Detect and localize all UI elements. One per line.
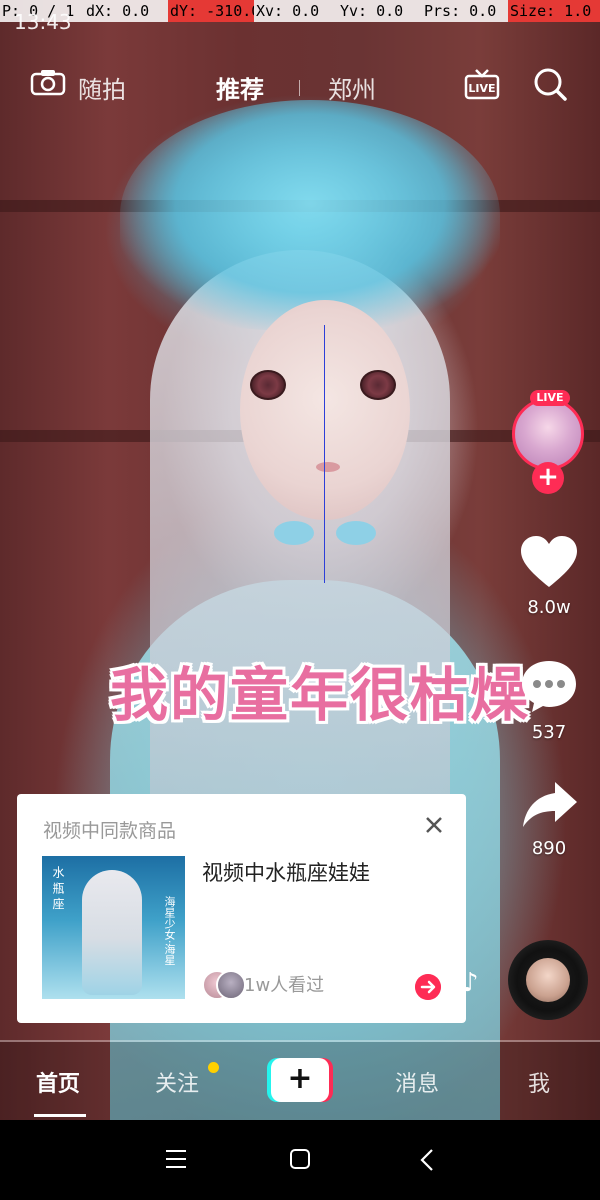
like-count: 8.0w [527,597,571,618]
like-button[interactable]: 8.0w [514,535,584,618]
product-card[interactable]: 视频中同款商品 水 瓶 座 海星少女·海星 视频中水瓶座娃娃 1w人看过 [17,794,466,1023]
doll-headband [120,100,500,330]
comment-count: 537 [531,722,567,743]
debug-prs: Prs: 0.0 [424,2,497,20]
debug-dx: dX: 0.0 [86,2,150,20]
creator-avatar-group[interactable]: LIVE + [510,390,588,494]
live-icon[interactable]: LIVE [464,68,500,100]
touch-guide-line [324,325,325,583]
doll-eye [360,370,396,400]
status-time: 13:43 [14,10,72,34]
avatar[interactable] [512,398,584,470]
active-tab-indicator [34,1114,86,1117]
live-icon-label: LIVE [468,82,495,95]
comment-icon [522,661,576,712]
menu-icon[interactable] [164,1148,188,1170]
music-disc-cover [526,958,570,1002]
avatar [216,970,246,1000]
tab-follow[interactable]: 关注 [155,1066,199,1098]
debug-xv: Xv: 0.0 [256,2,320,20]
product-image-text: 水 瓶 座 [51,866,65,910]
product-image-subtext: 海星少女·海星 [163,896,176,966]
share-button[interactable]: 890 [514,780,584,859]
tab-recommend[interactable]: 推荐 [216,70,264,105]
tab-home[interactable]: 首页 [36,1066,80,1098]
notification-dot [208,1062,219,1073]
video-caption: 我的童年很枯燥 [109,661,530,729]
system-nav-bar [0,1120,600,1200]
top-nav: 随拍 推荐 郑州 LIVE [0,60,600,110]
doll-eye [250,370,286,400]
viewer-count: 1w人看过 [244,975,325,996]
share-count: 890 [531,838,567,859]
search-icon[interactable] [532,66,568,102]
doll-lips [316,462,340,472]
tab-messages[interactable]: 消息 [395,1066,439,1098]
pointer-location-overlay: P: 0 / 1 dX: 0.0 dY: -310.0 Xv: 0.0 Yv: … [0,0,600,22]
arrow-right-icon[interactable] [415,974,441,1000]
camera-icon[interactable] [30,68,66,96]
debug-yv: Yv: 0.0 [340,2,404,20]
follow-plus-button[interactable]: + [532,462,564,494]
create-video-button[interactable]: + [267,1058,333,1102]
product-card-title: 视频中同款商品 [43,820,177,842]
plus-icon: + [271,1058,329,1102]
home-icon[interactable] [288,1148,312,1170]
close-icon[interactable] [421,812,447,838]
debug-size: Size: 1.0 [508,0,600,22]
product-doll-figure [82,870,142,995]
debug-dy: dY: -310.0 [168,0,254,22]
nav-divider [299,80,300,96]
product-name[interactable]: 视频中水瓶座娃娃 [202,857,370,887]
tab-city[interactable]: 郑州 [328,70,376,105]
music-disc-button[interactable] [508,940,588,1020]
product-image[interactable]: 水 瓶 座 海星少女·海星 [42,856,185,999]
back-icon[interactable] [418,1148,436,1172]
heart-icon [521,536,577,587]
comment-button[interactable]: 537 [514,658,584,743]
doll-bow [270,515,380,555]
bottom-tab-bar: 首页 关注 + 消息 我 [0,1042,600,1120]
live-badge: LIVE [530,390,570,406]
share-arrow-icon [523,782,577,827]
doll-face [240,300,410,520]
tab-me[interactable]: 我 [528,1066,550,1098]
tab-random[interactable]: 随拍 [78,70,126,105]
